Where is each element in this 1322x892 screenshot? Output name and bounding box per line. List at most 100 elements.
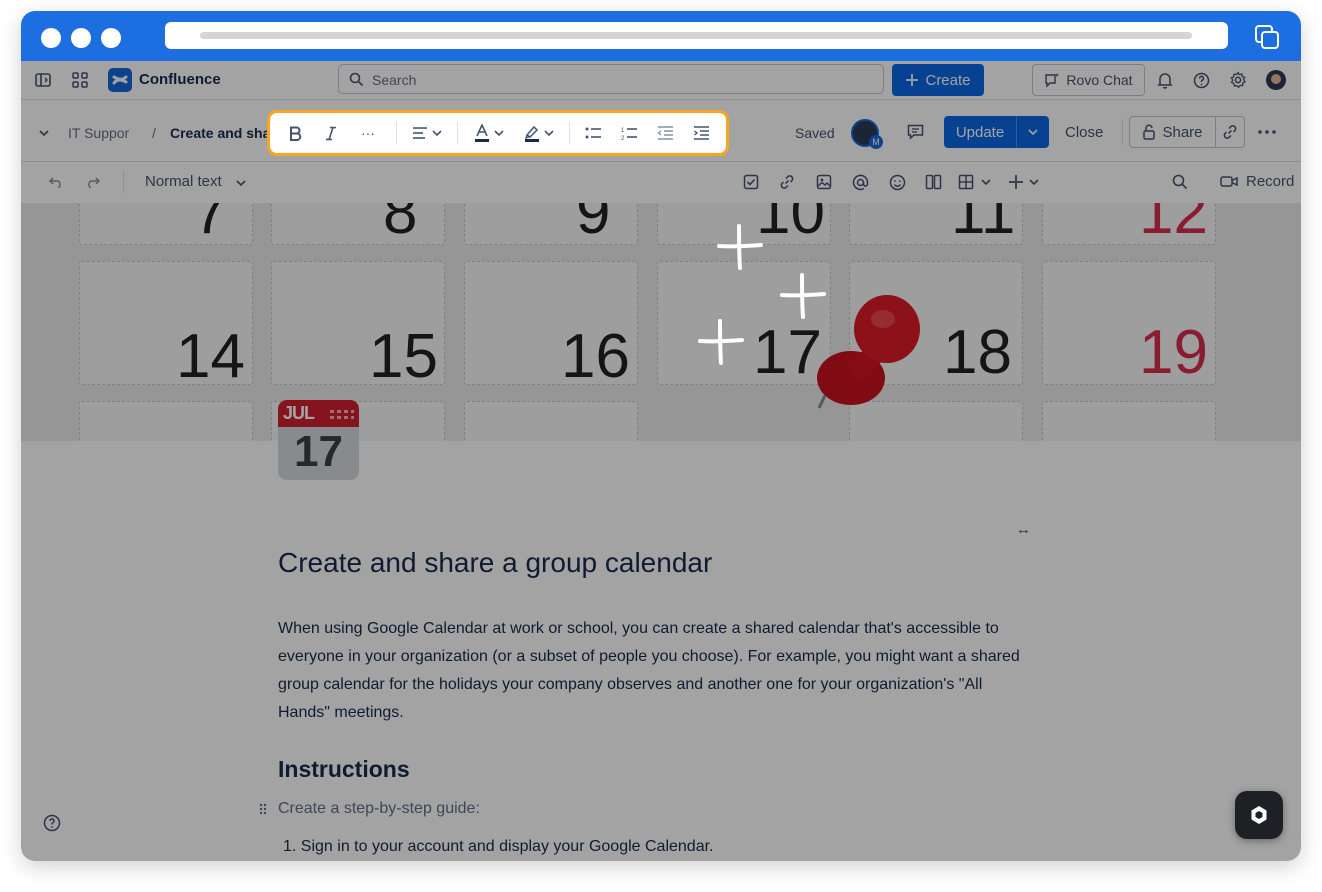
- avatar-badge: M: [869, 135, 883, 149]
- indent-icon[interactable]: [691, 113, 711, 153]
- help-icon[interactable]: [1191, 70, 1211, 90]
- sparkle-icon: [698, 319, 744, 365]
- share-label: Share: [1162, 123, 1203, 141]
- calendar-day-number: 9: [576, 203, 611, 247]
- chevron-down-icon[interactable]: [38, 128, 50, 138]
- page-title[interactable]: Create and share a group calendar: [278, 547, 712, 579]
- highlight-chevron-icon[interactable]: [542, 113, 556, 153]
- calendar-cell: [1042, 401, 1216, 441]
- update-options-chevron-icon[interactable]: [1017, 116, 1049, 148]
- numbered-list-icon[interactable]: 12: [619, 113, 639, 153]
- insert-chevron-icon[interactable]: [1027, 161, 1041, 203]
- rovo-assistant-button[interactable]: [1235, 791, 1283, 839]
- toolbar-divider: [396, 122, 397, 144]
- tabs-copy-icon[interactable]: [1253, 23, 1281, 51]
- calendar-emoji-icon[interactable]: JUL 17: [278, 400, 359, 480]
- help-circle-icon[interactable]: [43, 814, 61, 832]
- cover-image: 7 8 9 10 11 12 14 15 16 17 18 19: [21, 203, 1301, 441]
- action-item-checkbox-icon[interactable]: [741, 161, 761, 203]
- toolbar-divider: [123, 171, 124, 193]
- calendar-cell: [79, 401, 253, 441]
- table-chevron-icon[interactable]: [979, 161, 993, 203]
- calendar-icon-day: 17: [294, 427, 343, 476]
- image-icon[interactable]: [814, 161, 834, 203]
- emoji-icon[interactable]: [887, 161, 907, 203]
- instructions-heading[interactable]: Instructions: [278, 756, 410, 783]
- unlock-icon: [1143, 124, 1156, 140]
- step-guide-placeholder[interactable]: Create a step-by-step guide:: [278, 800, 480, 818]
- rovo-logo-icon: [1251, 806, 1267, 824]
- text-align-icon[interactable]: [410, 113, 430, 153]
- create-button[interactable]: Create: [892, 64, 984, 96]
- copy-link-icon[interactable]: [1216, 117, 1244, 147]
- settings-gear-icon[interactable]: [1228, 70, 1248, 90]
- confluence-logo-icon[interactable]: [108, 68, 132, 92]
- browser-chrome: [21, 11, 1301, 61]
- sparkle-icon: [780, 273, 826, 319]
- expand-width-icon[interactable]: ↔: [1016, 521, 1031, 538]
- notifications-bell-icon[interactable]: [1155, 70, 1175, 90]
- video-camera-icon: [1220, 176, 1238, 187]
- update-label[interactable]: Update: [944, 116, 1017, 148]
- top-navigation: Confluence Search Create Rovo Chat: [21, 61, 1301, 99]
- browser-window: Confluence Search Create Rovo Chat IT Su…: [21, 11, 1301, 861]
- link-icon[interactable]: [777, 161, 797, 203]
- text-style-dropdown[interactable]: Normal text: [145, 173, 222, 190]
- text-color-icon[interactable]: [472, 113, 492, 153]
- editor-toolbar: Normal text Record: [21, 161, 1301, 203]
- save-status: Saved: [795, 125, 835, 141]
- redo-icon[interactable]: [82, 161, 102, 203]
- undo-icon[interactable]: [46, 161, 66, 203]
- step-item-1[interactable]: 1. Sign in to your account and display y…: [283, 838, 714, 856]
- text-color-chevron-icon[interactable]: [492, 113, 506, 153]
- update-button[interactable]: Update: [944, 116, 1049, 148]
- sparkle-icon: [717, 224, 763, 270]
- record-button[interactable]: Record: [1220, 173, 1294, 190]
- address-bar[interactable]: [165, 22, 1228, 49]
- calendar-day-number: 16: [561, 322, 630, 391]
- calendar-icon-month: JUL: [283, 403, 315, 423]
- search-input[interactable]: Search: [338, 64, 884, 94]
- window-close-dot[interactable]: [41, 28, 61, 48]
- calendar-icon-dots: [330, 410, 354, 419]
- calendar-day-number: 10: [756, 203, 825, 247]
- app-switcher-icon[interactable]: [70, 70, 90, 90]
- search-icon: [349, 72, 364, 87]
- text-style-chevron-icon[interactable]: [235, 178, 247, 188]
- breadcrumb-space[interactable]: IT Suppor: [68, 125, 129, 141]
- intro-paragraph[interactable]: When using Google Calendar at work or sc…: [278, 615, 1038, 727]
- calendar-day-number: 14: [176, 322, 245, 391]
- mention-icon[interactable]: [850, 161, 870, 203]
- table-icon[interactable]: [956, 161, 976, 203]
- highlight-color-icon[interactable]: [522, 113, 542, 153]
- calendar-icon-header: JUL: [278, 400, 359, 427]
- sidebar-toggle-icon[interactable]: [33, 70, 53, 90]
- plus-icon: [906, 74, 919, 86]
- layouts-icon[interactable]: [923, 161, 943, 203]
- italic-icon[interactable]: [321, 113, 341, 153]
- share-button[interactable]: Share: [1130, 117, 1216, 147]
- more-actions-icon[interactable]: [1257, 122, 1277, 142]
- profile-avatar[interactable]: [1266, 70, 1286, 90]
- rovo-chat-button[interactable]: Rovo Chat: [1032, 64, 1145, 96]
- align-chevron-icon[interactable]: [430, 113, 444, 153]
- bold-icon[interactable]: [285, 113, 305, 153]
- more-formatting-icon[interactable]: ···: [357, 113, 379, 153]
- chat-sparkle-icon: [1045, 73, 1060, 88]
- insert-plus-icon[interactable]: [1006, 161, 1026, 203]
- bullet-list-icon[interactable]: [583, 113, 603, 153]
- calendar-cell: [464, 401, 638, 441]
- outdent-icon[interactable]: [655, 113, 675, 153]
- formatting-toolbar-group: ··· 12: [267, 110, 729, 156]
- close-button[interactable]: Close: [1065, 124, 1103, 141]
- brand-name[interactable]: Confluence: [139, 71, 221, 88]
- window-minimize-dot[interactable]: [71, 28, 91, 48]
- comment-icon[interactable]: [905, 122, 925, 142]
- calendar-day-number: 18: [943, 318, 1012, 387]
- breadcrumb-separator: /: [152, 125, 156, 141]
- find-search-icon[interactable]: [1170, 161, 1190, 203]
- header-divider: [1122, 119, 1123, 145]
- collaborator-avatar[interactable]: M: [851, 119, 883, 149]
- drag-handle-icon[interactable]: [259, 803, 267, 815]
- window-maximize-dot[interactable]: [101, 28, 121, 48]
